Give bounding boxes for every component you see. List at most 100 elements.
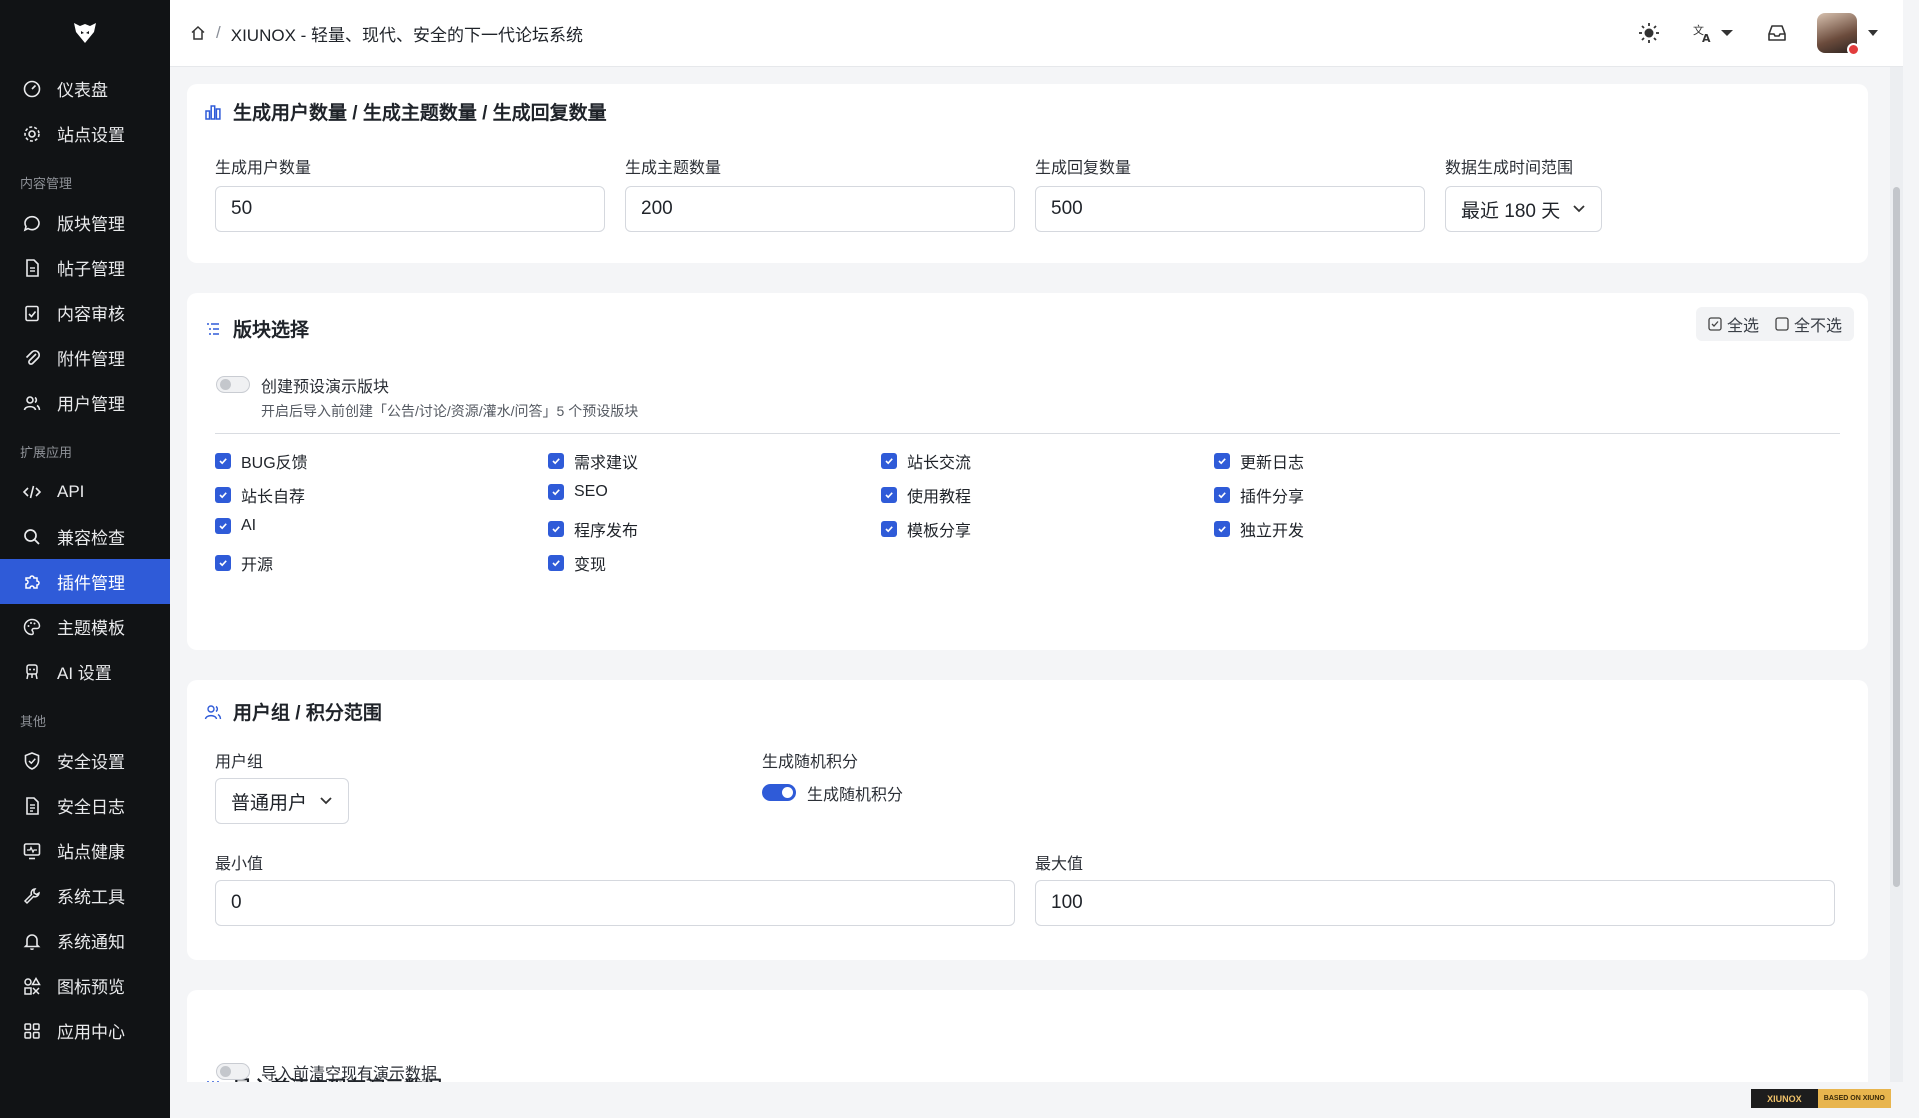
sidebar-item-label: 内容审核 — [57, 305, 125, 324]
time-range-select[interactable]: 最近 180 天 — [1445, 186, 1603, 232]
sidebar-item[interactable]: 帖子管理 — [0, 245, 170, 290]
theme-toggle-button[interactable] — [1627, 11, 1671, 55]
max-value-input[interactable]: 100 — [1035, 880, 1835, 926]
shield-icon — [22, 751, 42, 771]
topics-count-label: 生成主题数量 — [625, 160, 722, 177]
checkbox-checked-icon — [1708, 317, 1722, 331]
sidebar-item-label: 帖子管理 — [57, 260, 125, 279]
sidebar-item[interactable]: 仪表盘 — [0, 66, 170, 111]
forum-checkbox[interactable]: AI — [215, 517, 256, 535]
min-value-input[interactable]: 0 — [215, 880, 1015, 926]
forum-checkbox-label: 插件分享 — [1240, 489, 1305, 506]
user-menu-button[interactable] — [1813, 11, 1883, 56]
sidebar-item[interactable]: 系统通知 — [0, 918, 170, 963]
forum-checkbox[interactable]: 变现 — [548, 551, 606, 575]
random-points-toggle[interactable] — [762, 784, 796, 801]
user-group-value: 普通用户 — [231, 792, 308, 814]
forum-checkbox[interactable]: 插件分享 — [1214, 483, 1304, 507]
forum-checkbox-label: 变现 — [574, 557, 607, 574]
user-group-card: 用户组 / 积分范围 用户组 普通用户 生成随机积分 生成随机积分 最小值 0 … — [187, 680, 1868, 960]
forum-checkbox[interactable]: 使用教程 — [881, 483, 971, 507]
sidebar-item-label: 安全设置 — [57, 753, 125, 772]
logo[interactable] — [0, 0, 170, 66]
clear-data-toggle-label: 导入前清空现有演示数据 — [261, 1066, 438, 1082]
preset-forum-toggle[interactable] — [216, 376, 250, 393]
sidebar-item[interactable]: 主题模板 — [0, 604, 170, 649]
page-scrollbar[interactable] — [1890, 67, 1903, 1082]
replies-count-label: 生成回复数量 — [1035, 160, 1132, 177]
scrollbar-thumb[interactable] — [1893, 187, 1900, 887]
sidebar-item[interactable]: AI 设置 — [0, 649, 170, 694]
sidebar-item[interactable]: 应用中心 — [0, 1008, 170, 1053]
forum-checkbox[interactable]: 站长交流 — [881, 449, 971, 473]
sidebar-item-label: 应用中心 — [57, 1023, 125, 1042]
checkbox-checked-icon — [215, 487, 231, 503]
forum-checkbox[interactable]: 开源 — [215, 551, 273, 575]
sidebar-item[interactable]: 插件管理 — [0, 559, 170, 604]
replies-count-input[interactable]: 500 — [1035, 186, 1425, 232]
users-icon — [22, 393, 42, 413]
clear-data-card: 导入前清空现有演示数据 — [187, 990, 1868, 1082]
users-count-label: 生成用户数量 — [215, 160, 312, 177]
forum-checkbox[interactable]: 程序发布 — [548, 517, 638, 541]
forum-checkbox-label: 独立开发 — [1240, 523, 1305, 540]
sidebar-item[interactable]: 安全日志 — [0, 783, 170, 828]
sidebar-item-label: 站点健康 — [57, 843, 125, 862]
ai-chip-icon — [22, 662, 42, 682]
status-dot — [1847, 43, 1860, 56]
sun-icon — [1639, 23, 1659, 43]
forum-checkbox[interactable]: 模板分享 — [881, 517, 971, 541]
forum-checkbox[interactable]: 站长自荐 — [215, 483, 305, 507]
sidebar: 仪表盘 站点设置 内容管理 版块管理 帖子管理 内容审核 附件管理 用户管理 扩展应用 A… — [0, 0, 170, 1118]
sidebar-item-label: API — [57, 481, 85, 501]
inbox-button[interactable] — [1755, 11, 1799, 55]
checkbox-checked-icon — [1214, 453, 1230, 469]
clear-data-toggle[interactable] — [216, 1063, 250, 1080]
max-value-label: 最大值 — [1035, 856, 1084, 873]
sidebar-item[interactable]: 兼容检查 — [0, 514, 170, 559]
forum-checkbox[interactable]: 独立开发 — [1214, 517, 1304, 541]
sidebar-item[interactable]: 站点健康 — [0, 828, 170, 873]
sidebar-item[interactable]: API — [0, 469, 170, 514]
sidebar-item[interactable]: 站点设置 — [0, 111, 170, 156]
sidebar-item[interactable]: 用户管理 — [0, 380, 170, 425]
card-title-text: 用户组 / 积分范围 — [233, 703, 382, 724]
sidebar-item[interactable]: 系统工具 — [0, 873, 170, 918]
checkbox-checked-icon — [881, 453, 897, 469]
forum-checkbox-label: 站长交流 — [907, 455, 972, 472]
sidebar-item[interactable]: 附件管理 — [0, 335, 170, 380]
forum-checkbox[interactable]: 更新日志 — [1214, 449, 1304, 473]
monitor-heart-icon — [22, 841, 42, 861]
forum-checkbox[interactable]: 需求建议 — [548, 449, 638, 473]
sidebar-item-label: AI 设置 — [57, 664, 112, 683]
chevron-down-icon — [319, 796, 333, 806]
sidebar-item[interactable]: 内容审核 — [0, 290, 170, 335]
preset-forum-toggle-label: 创建预设演示版块 — [261, 379, 390, 396]
powered-by-badge[interactable]: XIUNOX BASED ON XIUNO — [1751, 1089, 1891, 1108]
sidebar-item[interactable]: 图标预览 — [0, 963, 170, 1008]
forum-checkbox[interactable]: SEO — [548, 483, 608, 501]
user-group-select[interactable]: 普通用户 — [215, 778, 350, 824]
topics-count-input[interactable]: 200 — [625, 186, 1015, 232]
forum-checkbox-label: SEO — [574, 483, 608, 500]
forum-checkbox-label: 模板分享 — [907, 523, 972, 540]
forum-select-card: 版块选择 全选 全不选 创建预设演示版块 开启后导入前创建「公告/讨论/资源/灌… — [187, 293, 1868, 650]
forum-checkbox[interactable]: BUG反馈 — [215, 449, 308, 473]
sidebar-item[interactable]: 安全设置 — [0, 738, 170, 783]
select-all-button[interactable]: 全选 — [1708, 312, 1759, 336]
users-count-input[interactable]: 50 — [215, 186, 605, 232]
clipboard-check-icon — [22, 303, 42, 323]
checkbox-checked-icon — [1214, 487, 1230, 503]
badge-right: BASED ON XIUNO — [1817, 1089, 1891, 1108]
forum-checkbox-label: 站长自荐 — [241, 489, 306, 506]
home-icon[interactable] — [190, 25, 206, 41]
sidebar-item[interactable]: 版块管理 — [0, 200, 170, 245]
select-none-button[interactable]: 全不选 — [1775, 312, 1842, 336]
inbox-icon — [1768, 25, 1786, 41]
forum-checkbox-label: 程序发布 — [574, 523, 639, 540]
breadcrumb-current: XIUNOX - 轻量、现代、安全的下一代论坛系统 — [230, 25, 584, 45]
document-icon — [22, 258, 42, 278]
language-button[interactable]: 文A — [1685, 11, 1741, 55]
shapes-icon — [22, 976, 42, 996]
code-icon — [22, 482, 42, 502]
